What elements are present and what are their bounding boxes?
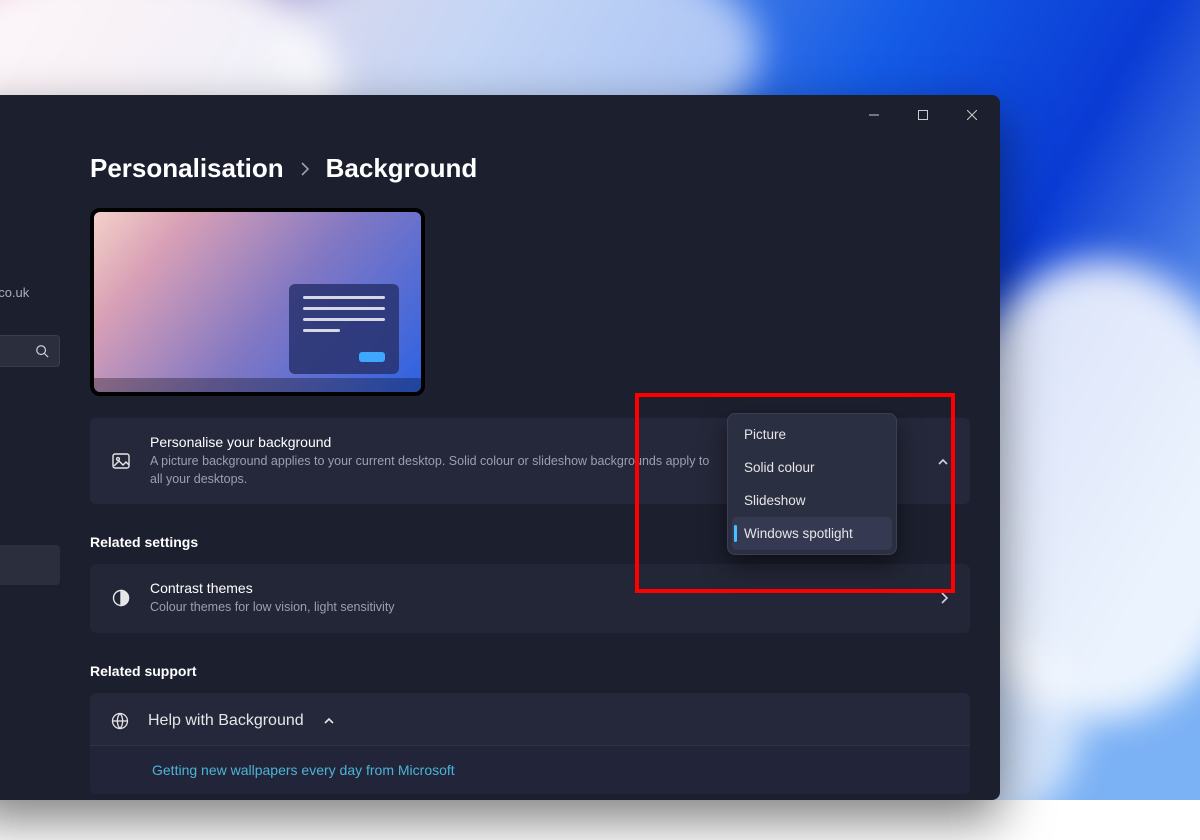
related-support-heading: Related support (90, 663, 970, 679)
breadcrumb-current: Background (326, 153, 478, 184)
contrast-themes-card[interactable]: Contrast themes Colour themes for low vi… (90, 564, 970, 633)
search-input[interactable] (0, 335, 60, 367)
dropdown-option-slideshow[interactable]: Slideshow (732, 484, 892, 517)
globe-help-icon (110, 711, 130, 731)
chevron-right-icon (940, 591, 950, 605)
chevron-right-icon (300, 162, 310, 176)
card-title: Help with Background (148, 712, 304, 730)
breadcrumb: Personalisation Background (90, 153, 970, 184)
chevron-up-icon (322, 714, 336, 728)
sidebar-selected-item[interactable] (0, 545, 60, 585)
maximize-button[interactable] (900, 100, 945, 130)
contrast-icon (110, 587, 132, 609)
card-subtitle: Colour themes for low vision, light sens… (150, 599, 710, 617)
dropdown-option-solid-colour[interactable]: Solid colour (732, 451, 892, 484)
background-preview (90, 208, 425, 396)
card-title: Contrast themes (150, 580, 922, 596)
window-controls (851, 95, 1000, 135)
dropdown-option-windows-spotlight[interactable]: Windows spotlight (732, 517, 892, 550)
search-icon (35, 344, 49, 358)
background-type-dropdown[interactable]: Picture Solid colour Slideshow Windows s… (727, 413, 897, 555)
help-link[interactable]: Getting new wallpapers every day from Mi… (90, 745, 970, 794)
breadcrumb-parent[interactable]: Personalisation (90, 153, 284, 184)
card-subtitle: A picture background applies to your cur… (150, 453, 710, 488)
help-background-card[interactable]: Help with Background (90, 693, 970, 745)
settings-window: dale.co.uk Personalisation Background Pe… (0, 95, 1000, 800)
close-button[interactable] (949, 100, 994, 130)
chevron-up-icon (936, 455, 950, 469)
picture-icon (110, 450, 132, 472)
dropdown-option-picture[interactable]: Picture (732, 418, 892, 451)
minimize-button[interactable] (851, 100, 896, 130)
account-email[interactable]: dale.co.uk (0, 285, 29, 300)
